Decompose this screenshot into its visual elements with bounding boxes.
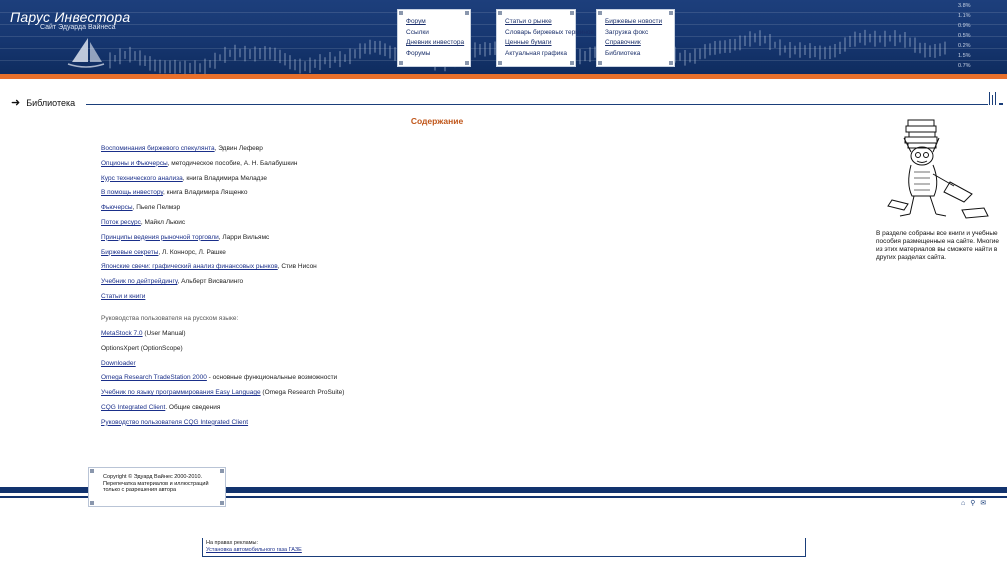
ticker-value: 0.7% xyxy=(958,63,971,69)
book-link[interactable]: Воспоминания биржевого спекулянта xyxy=(101,145,215,152)
list-item: Руководство пользователя CQG Integrated … xyxy=(101,419,344,434)
book-link[interactable]: Биржевые секреты xyxy=(101,249,158,256)
guide-desc: - основные функциональные возможности xyxy=(206,374,338,382)
list-item: Принципы ведения рыночной торговли, Ларр… xyxy=(101,234,317,249)
nav-link-dictionary[interactable]: Словарь биржевых терминов xyxy=(505,28,594,39)
guide-desc: (OptionScope) xyxy=(138,344,183,352)
book-link[interactable]: Принципы ведения рыночной торговли xyxy=(101,234,219,241)
reader-with-books-illustration xyxy=(887,119,989,219)
book-link[interactable]: Японские свечи: графический анализ финан… xyxy=(101,263,278,270)
mail-icon[interactable]: ✉ xyxy=(980,500,991,507)
guide-link[interactable]: Downloader xyxy=(101,360,136,367)
nav-link-news[interactable]: Биржевые новости xyxy=(605,17,674,28)
list-item: Курс технического анализа, книга Владими… xyxy=(101,175,317,190)
nav-link-links[interactable]: Ссылки xyxy=(406,28,470,39)
nav-menu-2: Статьи о рынке Словарь биржевых терминов… xyxy=(496,9,594,67)
site-logo[interactable]: Парус Инвестора Сайт Эдуарда Вайнеса xyxy=(10,9,130,31)
list-item: Omega Research TradeStation 2000 - основ… xyxy=(101,374,344,389)
book-link[interactable]: Статьи и книги xyxy=(101,293,145,300)
nav-menu-3: Биржевые новости Загрузка фокс Справочни… xyxy=(596,9,675,67)
guide-link[interactable]: Руководство пользователя CQG Integrated … xyxy=(101,419,248,426)
list-item: Downloader xyxy=(101,360,344,375)
book-link[interactable]: Поток ресурс xyxy=(101,219,141,226)
ticker-value: 3.8% xyxy=(958,3,971,9)
ticker-value: 1.1% xyxy=(958,13,971,19)
guides-heading: Руководства пользователя на русском язык… xyxy=(101,315,239,322)
book-author: , Пьеле Пелмэр xyxy=(132,204,181,212)
search-icon[interactable]: ⚲ xyxy=(970,500,980,507)
nav-link-forum[interactable]: Форум xyxy=(406,17,470,28)
guide-link[interactable]: CQG Integrated Client xyxy=(101,404,165,411)
site-title: Парус Инвестора xyxy=(10,9,131,25)
list-item: OptionsXpert (OptionScope) xyxy=(101,345,344,360)
book-author: , Стив Нисон xyxy=(277,263,317,271)
copyright-box: Copyright © Эдуард Вайнес 2000-2010. Пер… xyxy=(88,467,226,507)
book-author: , Ларри Вильямс xyxy=(218,233,270,241)
list-item: Учебник по дейтрейдингу, Альберт Висвали… xyxy=(101,278,317,293)
book-link[interactable]: Учебник по дейтрейдингу xyxy=(101,278,177,285)
list-item: Японские свечи: графический анализ финан… xyxy=(101,263,317,278)
ticker-value: 0.9% xyxy=(958,23,971,29)
nav-link-reference[interactable]: Справочник xyxy=(605,38,674,49)
list-item: Статьи и книги xyxy=(101,293,317,308)
book-author: , Альберт Висвалинго xyxy=(177,278,244,286)
guide-link[interactable]: MetaStock 7.0 xyxy=(101,330,143,337)
list-item: Биржевые секреты, Л. Коннорс, Л. Рашке xyxy=(101,249,317,264)
list-item: MetaStock 7.0 (User Manual) xyxy=(101,330,344,345)
section-header: ➜ Библиотека xyxy=(11,96,75,109)
list-item: Поток ресурс, Майкл Льюис xyxy=(101,219,317,234)
site-subtitle: Сайт Эдуарда Вайнеса xyxy=(40,24,116,31)
copyright-text: Copyright © Эдуард Вайнес 2000-2010. Пер… xyxy=(103,474,209,493)
guide-desc: . Общие сведения xyxy=(165,403,221,411)
list-item: Учебник по языку программирования Easy L… xyxy=(101,389,344,404)
ticker-value: 0.2% xyxy=(958,43,971,49)
page-title: Содержание xyxy=(410,116,464,126)
book-link[interactable]: Курс технического анализа xyxy=(101,175,183,182)
home-icon[interactable]: ⌂ xyxy=(961,500,970,507)
ticker-value: 0.5% xyxy=(958,33,971,39)
guide-desc: (User Manual) xyxy=(142,330,186,337)
ad-box: На правах рекламы: Установка автомобильн… xyxy=(202,538,806,557)
sailboat-icon xyxy=(67,38,105,68)
nav-link-forums[interactable]: Форумы xyxy=(406,49,470,60)
nav-link-charts[interactable]: Актуальная графика xyxy=(505,49,575,60)
guide-link[interactable]: Omega Research TradeStation 2000 xyxy=(101,374,207,381)
book-author: , Эдвин Лефевр xyxy=(214,145,263,152)
book-author: , книга Владимира Меладзе xyxy=(182,174,268,182)
site-header: Парус Инвестора Сайт Эдуарда Вайнеса Фор… xyxy=(0,0,1007,74)
book-link[interactable]: Опционы и Фьючерсы xyxy=(101,160,168,167)
book-link[interactable]: В помощь инвестору xyxy=(101,189,163,196)
nav-link-diary[interactable]: Дневник инвестора xyxy=(406,38,470,49)
footer-icon-group: ⌂⚲✉ xyxy=(961,499,991,507)
list-item: CQG Integrated Client. Общие сведения xyxy=(101,404,344,419)
book-author: , Майкл Льюис xyxy=(140,218,186,226)
header-accent-bar xyxy=(0,74,1007,79)
list-item: В помощь инвестору, книга Владимира Ляще… xyxy=(101,189,317,204)
section-divider xyxy=(86,104,988,105)
guide-desc: (Omega Research ProSuite) xyxy=(260,389,345,397)
guide-list: MetaStock 7.0 (User Manual) OptionsXpert… xyxy=(101,330,344,434)
book-link[interactable]: Фьючерсы xyxy=(101,204,133,211)
book-author: , книга Владимира Лященко xyxy=(163,189,248,197)
list-item: Опционы и Фьючерсы, методическое пособие… xyxy=(101,160,317,175)
nav-menu-1: Форум Ссылки Дневник инвестора Форумы xyxy=(397,9,471,67)
ticker-value: 1.5% xyxy=(958,53,971,59)
bar-ticks-icon xyxy=(989,92,1003,105)
list-item: Фьючерсы, Пьеле Пелмэр xyxy=(101,204,317,219)
guide-link[interactable]: OptionsXpert xyxy=(101,345,139,352)
book-author: , Л. Коннорс, Л. Рашке xyxy=(158,248,226,256)
nav-link-downloads[interactable]: Загрузка фокс xyxy=(605,28,674,39)
nav-link-market-articles[interactable]: Статьи о рынке xyxy=(505,17,575,28)
list-item: Воспоминания биржевого спекулянта, Эдвин… xyxy=(101,145,317,160)
arrow-right-icon: ➜ xyxy=(11,97,21,109)
nav-link-securities[interactable]: Ценные бумаги xyxy=(505,38,575,49)
sidebar-note: В разделе собраны все книги и учебные по… xyxy=(876,230,1000,261)
nav-link-library[interactable]: Библиотека xyxy=(605,49,674,60)
ad-link[interactable]: Установка автомобильного газа ГАЗЕ xyxy=(206,547,302,553)
book-author: , методическое пособие, А. Н. Балабушкин xyxy=(167,159,298,167)
guide-link[interactable]: Учебник по языку программирования Easy L… xyxy=(101,389,261,396)
section-label: Библиотека xyxy=(26,97,76,108)
book-list: Воспоминания биржевого спекулянта, Эдвин… xyxy=(101,145,317,308)
